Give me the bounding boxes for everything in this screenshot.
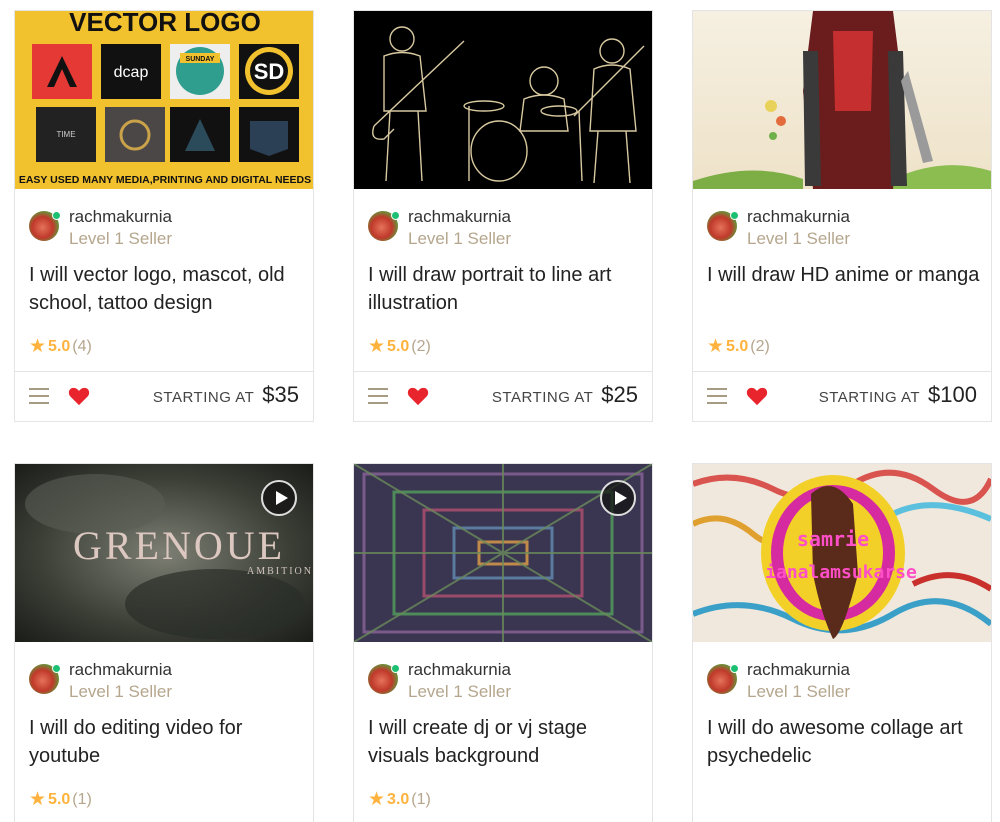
thumb-subheading: AMBITION — [247, 566, 313, 577]
starting-label: STARTING AT — [152, 389, 255, 406]
starting-price: STARTING AT $100 — [819, 382, 977, 408]
gig-card[interactable]: samrie ianalamsukarse rachmakurnia Level… — [692, 463, 992, 822]
seller-name[interactable]: rachmakurnia — [69, 660, 172, 680]
star-icon: ★ — [29, 336, 47, 357]
online-indicator — [391, 664, 400, 673]
seller-level: Level 1 Seller — [69, 229, 173, 248]
rating: ★ 5.0 (2) — [368, 335, 431, 357]
gig-title[interactable]: I will vector logo, mascot, old school, … — [29, 261, 304, 317]
rating-count: (1) — [72, 791, 92, 808]
star-icon: ★ — [707, 336, 725, 357]
starting-label: STARTING AT — [491, 389, 594, 406]
avatar[interactable] — [29, 664, 61, 694]
avatar[interactable] — [29, 211, 61, 241]
avatar[interactable] — [368, 211, 400, 241]
heart-icon[interactable] — [746, 386, 768, 406]
gig-title[interactable]: I will create dj or vj stage visuals bac… — [368, 714, 643, 770]
online-indicator — [391, 211, 400, 220]
seller-name[interactable]: rachmakurnia — [408, 207, 511, 227]
online-indicator — [730, 664, 739, 673]
seller-name[interactable]: rachmakurnia — [747, 207, 850, 227]
gig-thumbnail[interactable] — [354, 11, 652, 189]
rating-count: (2) — [411, 338, 431, 355]
play-icon[interactable] — [600, 480, 636, 516]
gig-title[interactable]: I will draw HD anime or manga — [707, 261, 982, 289]
avatar[interactable] — [707, 211, 739, 241]
rating: ★ 5.0 (2) — [707, 335, 770, 357]
avatar[interactable] — [707, 664, 739, 694]
rating-score: 5.0 — [387, 338, 410, 355]
seller-level: Level 1 Seller — [747, 682, 851, 701]
seller-level: Level 1 Seller — [747, 229, 851, 248]
starting-label: STARTING AT — [818, 389, 921, 406]
gig-title[interactable]: I will draw portrait to line art illustr… — [368, 261, 643, 317]
gig-card[interactable]: rachmakurnia Level 1 Seller I will draw … — [692, 10, 992, 422]
seller-info: rachmakurnia Level 1 Seller — [707, 660, 977, 704]
seller-level: Level 1 Seller — [408, 229, 512, 248]
thumb-subheading: ianalamsukarse — [765, 562, 917, 583]
rating-score: 5.0 — [726, 338, 749, 355]
gig-card[interactable]: rachmakurnia Level 1 Seller I will draw … — [353, 10, 653, 422]
seller-name[interactable]: rachmakurnia — [69, 207, 172, 227]
seller-info: rachmakurnia Level 1 Seller — [368, 660, 638, 704]
heart-icon[interactable] — [68, 386, 90, 406]
svg-text:SD: SD — [254, 59, 285, 84]
seller-info: rachmakurnia Level 1 Seller — [707, 207, 977, 251]
thumb-heading: GRENOUE — [73, 523, 285, 568]
gig-title[interactable]: I will do editing video for youtube — [29, 714, 304, 770]
rating-score: 5.0 — [48, 791, 71, 808]
rating: ★ 3.0 (1) — [368, 788, 431, 810]
price: $25 — [601, 382, 638, 407]
menu-icon[interactable] — [29, 388, 49, 404]
rating-count: (4) — [72, 338, 92, 355]
price: $100 — [928, 382, 977, 407]
starting-price: STARTING AT $25 — [492, 382, 638, 408]
seller-info: rachmakurnia Level 1 Seller — [29, 660, 299, 704]
rating-count: (1) — [411, 791, 431, 808]
seller-name[interactable]: rachmakurnia — [747, 660, 850, 680]
seller-level: Level 1 Seller — [69, 682, 173, 701]
menu-icon[interactable] — [368, 388, 388, 404]
avatar[interactable] — [368, 664, 400, 694]
starting-price: STARTING AT $35 — [153, 382, 299, 408]
card-footer: STARTING AT $35 — [15, 371, 313, 421]
seller-info: rachmakurnia Level 1 Seller — [368, 207, 638, 251]
play-icon[interactable] — [261, 480, 297, 516]
gig-title[interactable]: I will do awesome collage art psychedeli… — [707, 714, 982, 770]
star-icon: ★ — [368, 336, 386, 357]
svg-text:TIME: TIME — [56, 130, 75, 139]
rating: ★ 5.0 (4) — [29, 335, 92, 357]
svg-text:dcap: dcap — [114, 64, 149, 81]
gig-card[interactable]: GRENOUE AMBITION rachmakurnia Level 1 Se… — [14, 463, 314, 822]
svg-text:SUNDAY: SUNDAY — [186, 56, 215, 63]
rating-score: 5.0 — [48, 338, 71, 355]
thumb-footer: EASY USED MANY MEDIA,PRINTING AND DIGITA… — [19, 174, 311, 186]
gig-thumbnail[interactable] — [693, 11, 991, 189]
price: $35 — [262, 382, 299, 407]
gig-thumbnail[interactable] — [354, 464, 652, 642]
star-icon: ★ — [29, 789, 47, 810]
seller-level: Level 1 Seller — [408, 682, 512, 701]
thumb-heading: samrie — [797, 527, 869, 551]
gig-card[interactable]: rachmakurnia Level 1 Seller I will creat… — [353, 463, 653, 822]
rating: ★ 5.0 (1) — [29, 788, 92, 810]
online-indicator — [730, 211, 739, 220]
gig-thumbnail[interactable]: samrie ianalamsukarse — [693, 464, 991, 642]
star-icon: ★ — [368, 789, 386, 810]
gig-thumbnail[interactable]: GRENOUE AMBITION — [15, 464, 313, 642]
seller-name[interactable]: rachmakurnia — [408, 660, 511, 680]
rating-count: (2) — [750, 338, 770, 355]
seller-info: rachmakurnia Level 1 Seller — [29, 207, 299, 251]
card-footer: STARTING AT $100 — [693, 371, 991, 421]
card-footer: STARTING AT $25 — [354, 371, 652, 421]
online-indicator — [52, 211, 61, 220]
menu-icon[interactable] — [707, 388, 727, 404]
online-indicator — [52, 664, 61, 673]
heart-icon[interactable] — [407, 386, 429, 406]
gig-card[interactable]: VECTOR LOGO dcap SUNDAY SD TIME EASY USE… — [14, 10, 314, 422]
rating-score: 3.0 — [387, 791, 410, 808]
gig-thumbnail[interactable]: VECTOR LOGO dcap SUNDAY SD TIME EASY USE… — [15, 11, 313, 189]
thumb-heading: VECTOR LOGO — [69, 11, 261, 37]
